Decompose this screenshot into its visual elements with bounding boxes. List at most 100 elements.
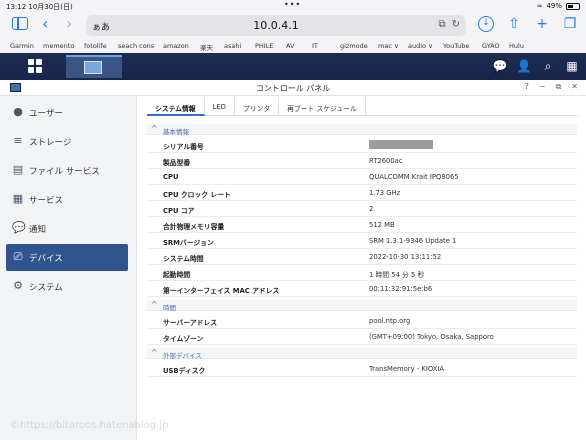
row-value: SRM 1.3.1-9346 Update 1	[369, 237, 457, 245]
tab-reboot-schedule[interactable]: 再ブート スケジュール	[279, 98, 366, 116]
sidebar-item-label: ファイル サービス	[29, 167, 100, 177]
row-value: (GMT+09:00) Tokyo, Osaka, Sapporo	[369, 333, 494, 341]
row-key: タイムゾーン	[163, 335, 204, 343]
row-value: 1.73 GHz	[369, 189, 401, 197]
watermark: ©https://bitaroos.hatenablog.jp	[10, 420, 169, 431]
help-icon[interactable]: ?	[525, 82, 529, 92]
multitasking-dots[interactable]: •••	[284, 0, 301, 9]
row-key: 第一インターフェイス MAC アドレス	[163, 287, 280, 295]
maximize-icon[interactable]: ⧉	[556, 82, 562, 92]
battery-percent: 49%	[546, 2, 562, 10]
row-model: 製品型番 RT2600ac	[147, 153, 577, 169]
row-serial: シリアル番号	[147, 137, 577, 153]
row-value: RT2600ac	[369, 157, 403, 165]
bookmark-item[interactable]: fotolife	[84, 42, 107, 50]
row-value: 1 時間 54 分 5 秒	[369, 271, 425, 279]
translate-icon[interactable]: ⧉	[438, 19, 445, 30]
serial-redacted	[369, 140, 433, 149]
chat-icon[interactable]: 💬	[492, 58, 508, 74]
window-titlebar[interactable]: コントロール パネル ? − ⧉ ✕	[0, 80, 586, 96]
user-icon: ●	[13, 105, 23, 118]
bookmark-item[interactable]: PHILE	[255, 42, 273, 50]
row-key: USBディスク	[163, 367, 206, 375]
taskbar-control-panel[interactable]	[66, 55, 122, 78]
row-key: 製品型番	[163, 159, 191, 167]
sidebar-item-system[interactable]: ⚙ システム	[6, 273, 128, 300]
bookmark-item[interactable]: asahi	[224, 42, 241, 50]
sidebar-toggle-icon[interactable]	[12, 17, 28, 30]
tab-printer[interactable]: プリンタ	[235, 98, 280, 116]
sidebar-item-label: デバイス	[29, 254, 63, 264]
row-value: pool.ntp.org	[369, 317, 411, 325]
ios-status-bar: 13:12 10月30日(日) ••• ≈ 49%	[0, 0, 586, 12]
bookmark-item[interactable]: GYAO	[482, 42, 500, 50]
collapse-chevron-icon[interactable]: ^	[151, 348, 158, 357]
row-system-time: システム時間 2022-10-30 13:11:52	[147, 249, 577, 265]
section-title: 外部デバイス	[163, 352, 202, 360]
row-srm-version: SRMバージョン SRM 1.3.1-9346 Update 1	[147, 233, 577, 249]
minimize-icon[interactable]: −	[539, 82, 546, 92]
main-menu-grid-icon[interactable]	[28, 59, 42, 73]
section-time[interactable]: ^ 時間	[147, 300, 577, 312]
window-title: コントロール パネル	[255, 84, 331, 93]
row-usb-disk: USBディスク TransMemory - KIOXIA	[147, 361, 577, 377]
tab-system-info[interactable]: システム情報	[147, 98, 205, 116]
reload-icon[interactable]: ↻	[452, 19, 460, 30]
collapse-chevron-icon[interactable]: ^	[151, 300, 158, 309]
content-pane: システム情報 LED プリンタ 再ブート スケジュール ^ 基本情報 シリアル番…	[137, 96, 586, 440]
sidebar-item-storage[interactable]: ≡ ストレージ	[6, 128, 128, 155]
widgets-icon[interactable]: ▦	[564, 58, 580, 74]
bookmark-item[interactable]: AV	[286, 42, 294, 50]
row-ntp-server: サーバーアドレス pool.ntp.org	[147, 313, 577, 329]
toolbar-right: ↓ ⇧ + ❐	[478, 16, 578, 32]
row-key: SRMバージョン	[163, 239, 214, 247]
bookmark-item[interactable]: mac ∨	[378, 42, 399, 50]
bookmark-item[interactable]: audio ∨	[408, 42, 433, 50]
forward-icon[interactable]: ›	[66, 14, 72, 33]
sidebar-item-file-services[interactable]: ▤ ファイル サービス	[6, 157, 128, 184]
tabs-overview-icon[interactable]: ❐	[562, 16, 578, 32]
tab-led[interactable]: LED	[205, 98, 235, 116]
bookmark-item[interactable]: YouTube	[443, 42, 469, 50]
collapse-chevron-icon[interactable]: ^	[151, 124, 158, 133]
section-basic-info[interactable]: ^ 基本情報	[147, 124, 577, 136]
srm-taskbar: 💬 👤 ⌕ ▦	[0, 53, 586, 80]
row-value: 2022-10-30 13:11:52	[369, 253, 442, 261]
sidebar-item-devices[interactable]: ⎚ デバイス	[6, 244, 128, 271]
sidebar-item-label: システム	[29, 283, 63, 293]
new-tab-icon[interactable]: +	[534, 16, 550, 32]
bookmark-item[interactable]: IT	[312, 42, 318, 50]
address-bar[interactable]: ぁあ 10.0.4.1 ⧉ ↻	[86, 15, 466, 36]
control-panel-window: コントロール パネル ? − ⧉ ✕ ● ユーザー ≡ ストレージ ▤ ファイル…	[0, 80, 586, 440]
row-memory: 合計物理メモリ容量 512 MB	[147, 217, 577, 233]
search-icon[interactable]: ⌕	[540, 58, 556, 74]
bookmark-item[interactable]: 楽天	[200, 42, 213, 52]
sidebar-item-notifications[interactable]: 💬 通知	[6, 215, 128, 242]
bookmark-item[interactable]: memento	[43, 42, 74, 50]
row-cpu: CPU QUALCOMM Krait IPQ8065	[147, 169, 577, 185]
sidebar-item-services[interactable]: ▦ サービス	[6, 186, 128, 213]
row-key: システム時間	[163, 255, 204, 263]
user-account-icon[interactable]: 👤	[516, 58, 532, 74]
close-icon[interactable]: ✕	[571, 82, 578, 92]
control-panel-app-icon	[84, 61, 102, 74]
share-icon[interactable]: ⇧	[506, 16, 522, 32]
system-icon: ⚙	[13, 279, 23, 292]
window-controls: ? − ⧉ ✕	[525, 82, 578, 92]
downloads-icon[interactable]: ↓	[478, 16, 494, 32]
row-value: TransMemory - KIOXIA	[369, 365, 445, 373]
sidebar-item-users[interactable]: ● ユーザー	[6, 99, 128, 126]
back-icon[interactable]: ‹	[42, 14, 48, 33]
row-value: 512 MB	[369, 221, 395, 229]
bookmark-item[interactable]: gizmode	[340, 42, 368, 50]
row-cpu-cores: CPU コア 2	[147, 201, 577, 217]
section-external-devices[interactable]: ^ 外部デバイス	[147, 348, 577, 360]
row-key: 合計物理メモリ容量	[163, 223, 225, 231]
row-key: 起動時間	[163, 271, 191, 279]
bookmark-item[interactable]: Garmin	[10, 42, 34, 50]
url-text[interactable]: 10.0.4.1	[86, 19, 466, 32]
section-title: 時間	[163, 304, 176, 312]
bookmark-item[interactable]: seach cons	[118, 42, 154, 50]
bookmark-item[interactable]: amazon	[163, 42, 189, 50]
bookmark-item[interactable]: Hulu	[509, 42, 524, 50]
